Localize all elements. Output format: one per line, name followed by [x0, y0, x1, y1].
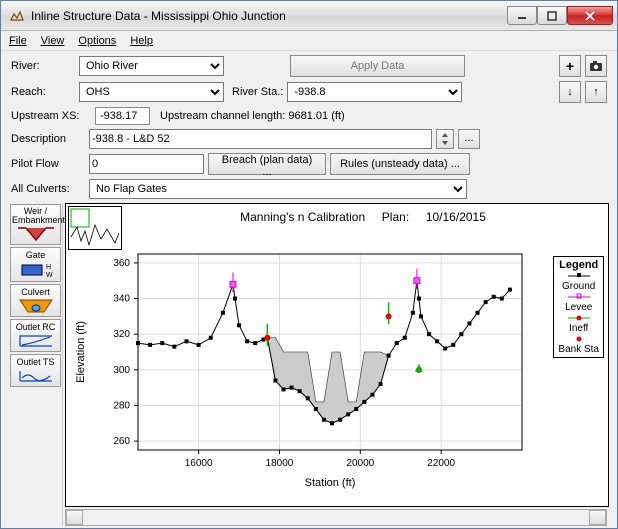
- svg-text:20000: 20000: [346, 458, 374, 469]
- svg-text:Station (ft): Station (ft): [305, 477, 356, 489]
- description-input[interactable]: [89, 129, 432, 149]
- horizontal-scrollbar[interactable]: [65, 509, 607, 526]
- pilot-flow-label: Pilot Flow: [11, 158, 85, 170]
- pilot-flow-input[interactable]: [89, 154, 204, 174]
- minimize-button[interactable]: [507, 6, 537, 25]
- camera-button[interactable]: [585, 55, 607, 77]
- svg-text:Elevation (ft): Elevation (ft): [75, 321, 87, 383]
- window-controls: [507, 6, 613, 25]
- legend-bank: Bank Sta: [558, 344, 599, 355]
- description-scroll[interactable]: [436, 129, 454, 149]
- tool-strip: Weir / Embankment Gate HW Culvert Outlet…: [9, 203, 63, 526]
- tool-gate[interactable]: Gate HW: [10, 247, 61, 282]
- river-combo[interactable]: Ohio River: [79, 56, 224, 76]
- tool-outlet-ts[interactable]: Outlet TS: [10, 354, 61, 387]
- titlebar: Inline Structure Data - Mississippi Ohio…: [1, 1, 617, 31]
- svg-text:16000: 16000: [185, 458, 213, 469]
- legend-title: Legend: [559, 259, 598, 271]
- menubar: File View Options Help: [1, 31, 617, 51]
- river-sta-combo[interactable]: -938.8: [287, 82, 462, 102]
- reach-label: Reach:: [11, 86, 75, 98]
- legend-ineff: Ineff: [558, 323, 599, 334]
- menu-options[interactable]: Options: [78, 35, 116, 47]
- svg-text:340: 340: [113, 294, 130, 305]
- app-window: Inline Structure Data - Mississippi Ohio…: [0, 0, 618, 529]
- description-label: Description: [11, 133, 85, 145]
- app-icon: [9, 8, 25, 24]
- svg-text:22000: 22000: [427, 458, 455, 469]
- svg-text:280: 280: [113, 400, 130, 411]
- menu-help[interactable]: Help: [130, 35, 153, 47]
- river-label: River:: [11, 60, 75, 72]
- svg-text:18000: 18000: [266, 458, 294, 469]
- plot-area: Manning's n Calibration Plan: 10/16/2015…: [63, 203, 609, 526]
- legend-ground: Ground: [558, 281, 599, 292]
- svg-text:360: 360: [113, 258, 130, 269]
- svg-text:320: 320: [113, 329, 130, 340]
- all-culverts-label: All Culverts:: [11, 183, 85, 195]
- form-area: River: Ohio River Apply Data + Reach: OH…: [1, 51, 617, 203]
- rules-button[interactable]: Rules (unsteady data) ...: [330, 153, 470, 175]
- window-title: Inline Structure Data - Mississippi Ohio…: [31, 9, 507, 23]
- plot-frame[interactable]: Manning's n Calibration Plan: 10/16/2015…: [65, 203, 609, 507]
- svg-text:W: W: [46, 272, 53, 279]
- breach-button[interactable]: Breach (plan data) ...: [208, 153, 326, 175]
- tool-outlet-rc[interactable]: Outlet RC: [10, 319, 61, 352]
- river-sta-label: River Sta.:: [232, 86, 283, 98]
- reach-combo[interactable]: OHS: [79, 82, 224, 102]
- legend-levee: Levee: [558, 302, 599, 313]
- legend: Legend Ground Levee Ineff Bank Sta: [553, 256, 604, 358]
- close-button[interactable]: [567, 6, 613, 25]
- svg-text:260: 260: [113, 436, 130, 447]
- upstream-xs-label: Upstream XS:: [11, 110, 91, 122]
- up-arrow-button[interactable]: ↑: [585, 81, 607, 103]
- menu-file[interactable]: File: [9, 35, 27, 47]
- apply-data-button[interactable]: Apply Data: [290, 55, 465, 77]
- chart-canvas: 260 280 300 320 340 360 16000 18000 20000 22000 St…: [66, 204, 594, 492]
- add-button[interactable]: +: [559, 55, 581, 77]
- upstream-length-label: Upstream channel length: 9681.01 (ft): [160, 110, 345, 122]
- description-more-button[interactable]: ...: [458, 129, 480, 149]
- all-culverts-combo[interactable]: No Flap Gates: [89, 179, 467, 199]
- tool-culvert[interactable]: Culvert: [10, 284, 61, 317]
- tool-weir[interactable]: Weir / Embankment: [10, 204, 61, 245]
- down-arrow-button[interactable]: ↓: [559, 81, 581, 103]
- menu-view[interactable]: View: [41, 35, 65, 47]
- svg-text:H: H: [46, 264, 51, 271]
- upstream-xs-value: -938.17: [95, 107, 150, 125]
- content-area: Weir / Embankment Gate HW Culvert Outlet…: [1, 203, 617, 528]
- maximize-button[interactable]: [537, 6, 567, 25]
- svg-text:300: 300: [113, 365, 130, 376]
